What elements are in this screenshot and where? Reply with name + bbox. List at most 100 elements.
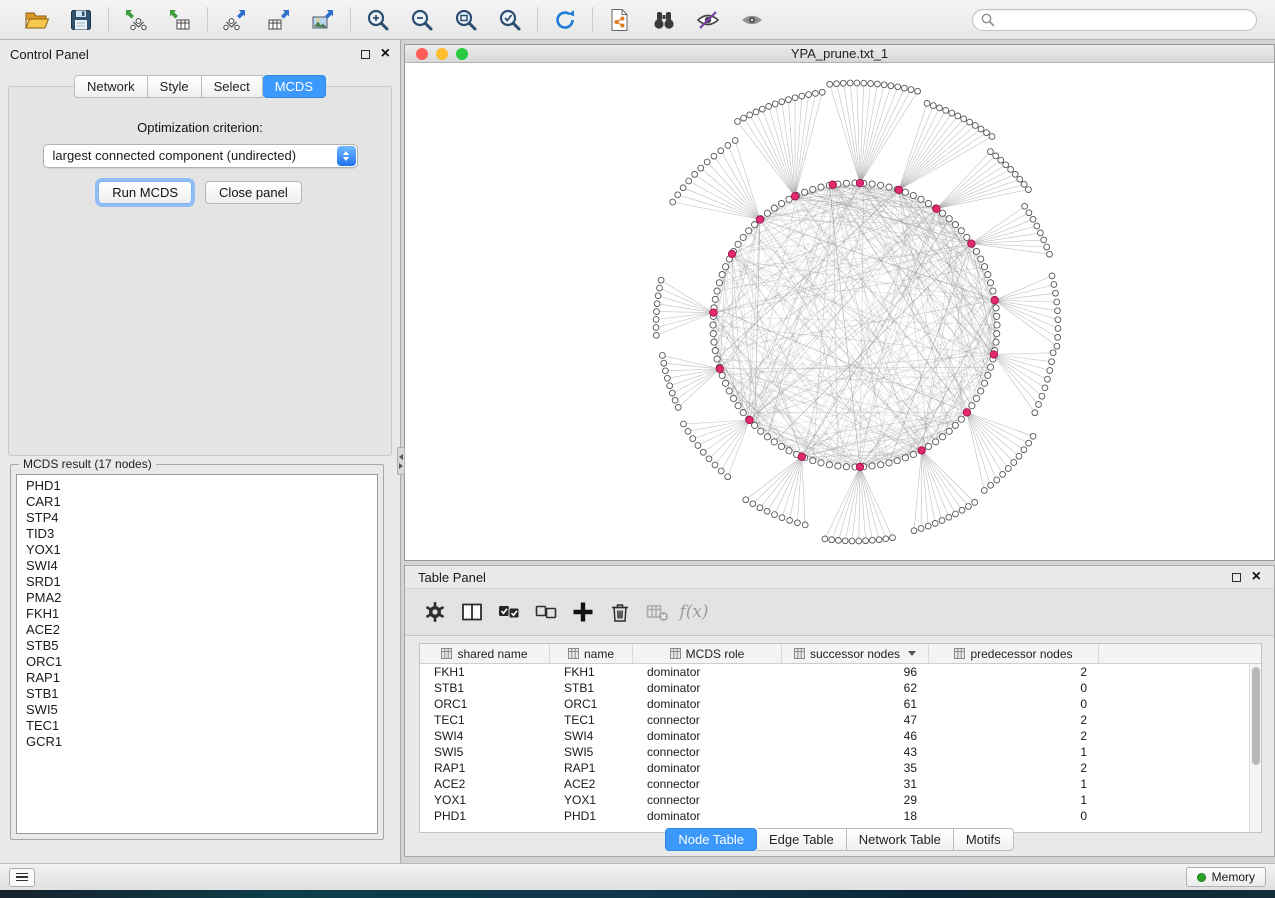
mcds-result-item[interactable]: TID3 <box>17 526 377 542</box>
network-node[interactable] <box>886 460 892 466</box>
network-node[interactable] <box>726 388 732 394</box>
network-leaf-node[interactable] <box>657 285 663 291</box>
network-hub-node[interactable] <box>856 463 863 470</box>
network-leaf-node[interactable] <box>1003 162 1009 168</box>
network-leaf-node[interactable] <box>1026 440 1032 446</box>
network-leaf-node[interactable] <box>735 119 741 125</box>
network-leaf-node[interactable] <box>766 104 772 110</box>
open-folder-icon[interactable] <box>23 6 51 34</box>
network-leaf-node[interactable] <box>655 293 661 299</box>
network-canvas[interactable] <box>405 63 1274 560</box>
network-node[interactable] <box>985 272 991 278</box>
table-row[interactable]: YOX1YOX1connector291 <box>420 792 1261 808</box>
network-leaf-node[interactable] <box>1036 402 1042 408</box>
network-node[interactable] <box>735 403 741 409</box>
network-node[interactable] <box>843 464 849 470</box>
network-leaf-node[interactable] <box>883 536 889 542</box>
network-leaf-node[interactable] <box>946 514 952 520</box>
network-hub-node[interactable] <box>968 240 975 247</box>
network-leaf-node[interactable] <box>753 109 759 115</box>
network-leaf-node[interactable] <box>819 89 825 95</box>
network-leaf-node[interactable] <box>1049 359 1055 365</box>
mcds-result-item[interactable]: RAP1 <box>17 670 377 686</box>
network-node[interactable] <box>778 443 784 449</box>
network-hub-node[interactable] <box>746 416 753 423</box>
network-leaf-node[interactable] <box>1049 273 1055 279</box>
network-leaf-node[interactable] <box>725 143 731 149</box>
network-leaf-node[interactable] <box>653 317 659 323</box>
network-leaf-node[interactable] <box>653 333 659 339</box>
mcds-result-item[interactable]: CAR1 <box>17 494 377 510</box>
tab-mcds[interactable]: MCDS <box>263 75 326 98</box>
network-leaf-node[interactable] <box>836 538 842 544</box>
mcds-result-item[interactable]: STB1 <box>17 686 377 702</box>
network-leaf-node[interactable] <box>1054 299 1060 305</box>
network-leaf-node[interactable] <box>1038 230 1044 236</box>
memory-button[interactable]: Memory <box>1186 867 1266 887</box>
network-leaf-node[interactable] <box>908 87 914 93</box>
delete-row-icon[interactable] <box>606 598 634 626</box>
find-network-icon[interactable] <box>650 6 678 34</box>
network-node[interactable] <box>973 248 979 254</box>
network-node[interactable] <box>835 463 841 469</box>
network-hub-node[interactable] <box>963 409 970 416</box>
network-leaf-node[interactable] <box>654 301 660 307</box>
network-hub-node[interactable] <box>895 186 902 193</box>
table-row[interactable]: SWI4SWI4dominator462 <box>420 728 1261 744</box>
tab-motifs[interactable]: Motifs <box>954 828 1014 851</box>
import-table-file-icon[interactable] <box>166 6 194 34</box>
network-node[interactable] <box>786 448 792 454</box>
panel-splitter-handle[interactable] <box>397 447 405 475</box>
close-table-panel-icon[interactable]: × <box>1252 571 1261 583</box>
network-leaf-node[interactable] <box>704 159 710 165</box>
network-node[interactable] <box>894 458 900 464</box>
network-node[interactable] <box>925 200 931 206</box>
network-node[interactable] <box>952 222 958 228</box>
network-leaf-node[interactable] <box>660 353 666 359</box>
network-leaf-node[interactable] <box>700 449 706 455</box>
network-leaf-node[interactable] <box>915 88 921 94</box>
zoom-selected-icon[interactable] <box>496 6 524 34</box>
network-node[interactable] <box>752 422 758 428</box>
network-node[interactable] <box>712 296 718 302</box>
tab-node-table[interactable]: Node Table <box>665 828 757 851</box>
mcds-result-item[interactable]: PMA2 <box>17 590 377 606</box>
network-node[interactable] <box>902 189 908 195</box>
mcds-result-item[interactable]: SWI5 <box>17 702 377 718</box>
network-from-document-icon[interactable] <box>606 6 634 34</box>
network-leaf-node[interactable] <box>1054 343 1060 349</box>
table-settings-icon[interactable] <box>421 598 449 626</box>
close-panel-button[interactable]: Close panel <box>205 181 302 204</box>
network-node[interactable] <box>710 322 716 328</box>
network-leaf-node[interactable] <box>937 105 943 111</box>
network-leaf-node[interactable] <box>663 368 669 374</box>
network-node[interactable] <box>910 192 916 198</box>
network-node[interactable] <box>994 322 1000 328</box>
network-node[interactable] <box>719 272 725 278</box>
float-panel-icon[interactable] <box>361 50 370 59</box>
network-leaf-node[interactable] <box>1012 171 1018 177</box>
network-leaf-node[interactable] <box>802 522 808 528</box>
network-node[interactable] <box>978 256 984 262</box>
network-node[interactable] <box>988 280 994 286</box>
network-leaf-node[interactable] <box>842 538 848 544</box>
network-leaf-node[interactable] <box>863 538 869 544</box>
network-leaf-node[interactable] <box>972 123 978 129</box>
table-row[interactable]: ACE2ACE2connector311 <box>420 776 1261 792</box>
zoom-out-icon[interactable] <box>408 6 436 34</box>
network-leaf-node[interactable] <box>658 277 664 283</box>
network-node[interactable] <box>746 228 752 234</box>
network-node[interactable] <box>878 462 884 468</box>
network-leaf-node[interactable] <box>924 101 930 107</box>
network-leaf-node[interactable] <box>795 520 801 526</box>
network-leaf-node[interactable] <box>1008 167 1014 173</box>
network-node[interactable] <box>993 339 999 345</box>
network-hub-node[interactable] <box>791 193 798 200</box>
network-leaf-node[interactable] <box>869 537 875 543</box>
network-hub-node[interactable] <box>710 309 717 316</box>
network-node[interactable] <box>764 210 770 216</box>
network-leaf-node[interactable] <box>1021 447 1027 453</box>
column-header-successor-nodes[interactable]: successor nodes <box>782 644 929 663</box>
network-leaf-node[interactable] <box>888 83 894 89</box>
network-node[interactable] <box>869 181 875 187</box>
